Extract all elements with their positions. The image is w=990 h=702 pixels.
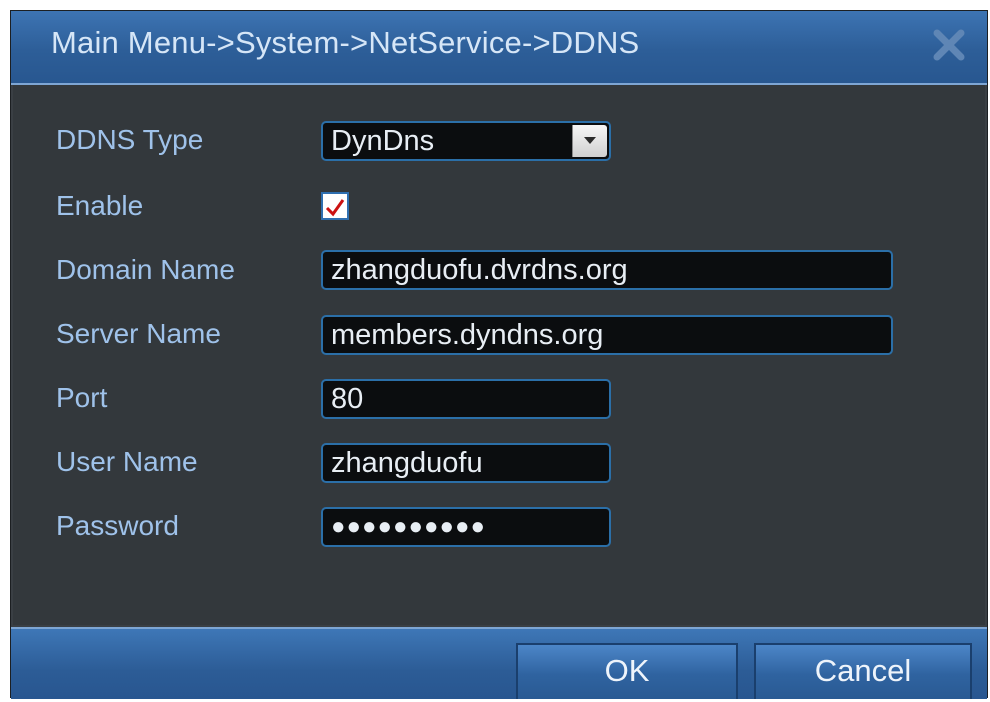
- ddns-type-label: DDNS Type: [56, 124, 204, 155]
- button-bar: OK Cancel: [11, 627, 987, 699]
- close-icon[interactable]: [929, 25, 969, 65]
- cancel-button[interactable]: Cancel: [754, 643, 972, 699]
- title-bar: Main Menu->System->NetService->DDNS: [11, 11, 987, 85]
- dialog-title: Main Menu->System->NetService->DDNS: [51, 25, 640, 60]
- port-label: Port: [56, 382, 108, 413]
- ddns-type-select[interactable]: DynDns: [321, 121, 611, 161]
- user-name-label: User Name: [56, 446, 198, 477]
- port-input[interactable]: 80: [321, 379, 611, 419]
- domain-name-label: Domain Name: [56, 254, 235, 285]
- server-name-input[interactable]: members.dyndns.org: [321, 315, 893, 355]
- enable-checkbox[interactable]: [321, 192, 349, 220]
- settings-panel: DDNS Type DynDns Enable Domain Name zhan…: [13, 85, 985, 625]
- ok-button[interactable]: OK: [516, 643, 738, 699]
- server-name-label: Server Name: [56, 318, 221, 349]
- password-input[interactable]: ●●●●●●●●●●: [321, 507, 611, 547]
- check-icon: [325, 199, 345, 217]
- user-name-input[interactable]: zhangduofu: [321, 443, 611, 483]
- ddns-type-value: DynDns: [331, 125, 435, 157]
- ddns-dialog: Main Menu->System->NetService->DDNS DDNS…: [10, 10, 988, 699]
- domain-name-input[interactable]: zhangduofu.dvrdns.org: [321, 250, 893, 290]
- chevron-down-icon[interactable]: [572, 125, 607, 157]
- enable-label: Enable: [56, 190, 144, 221]
- password-label: Password: [56, 510, 179, 541]
